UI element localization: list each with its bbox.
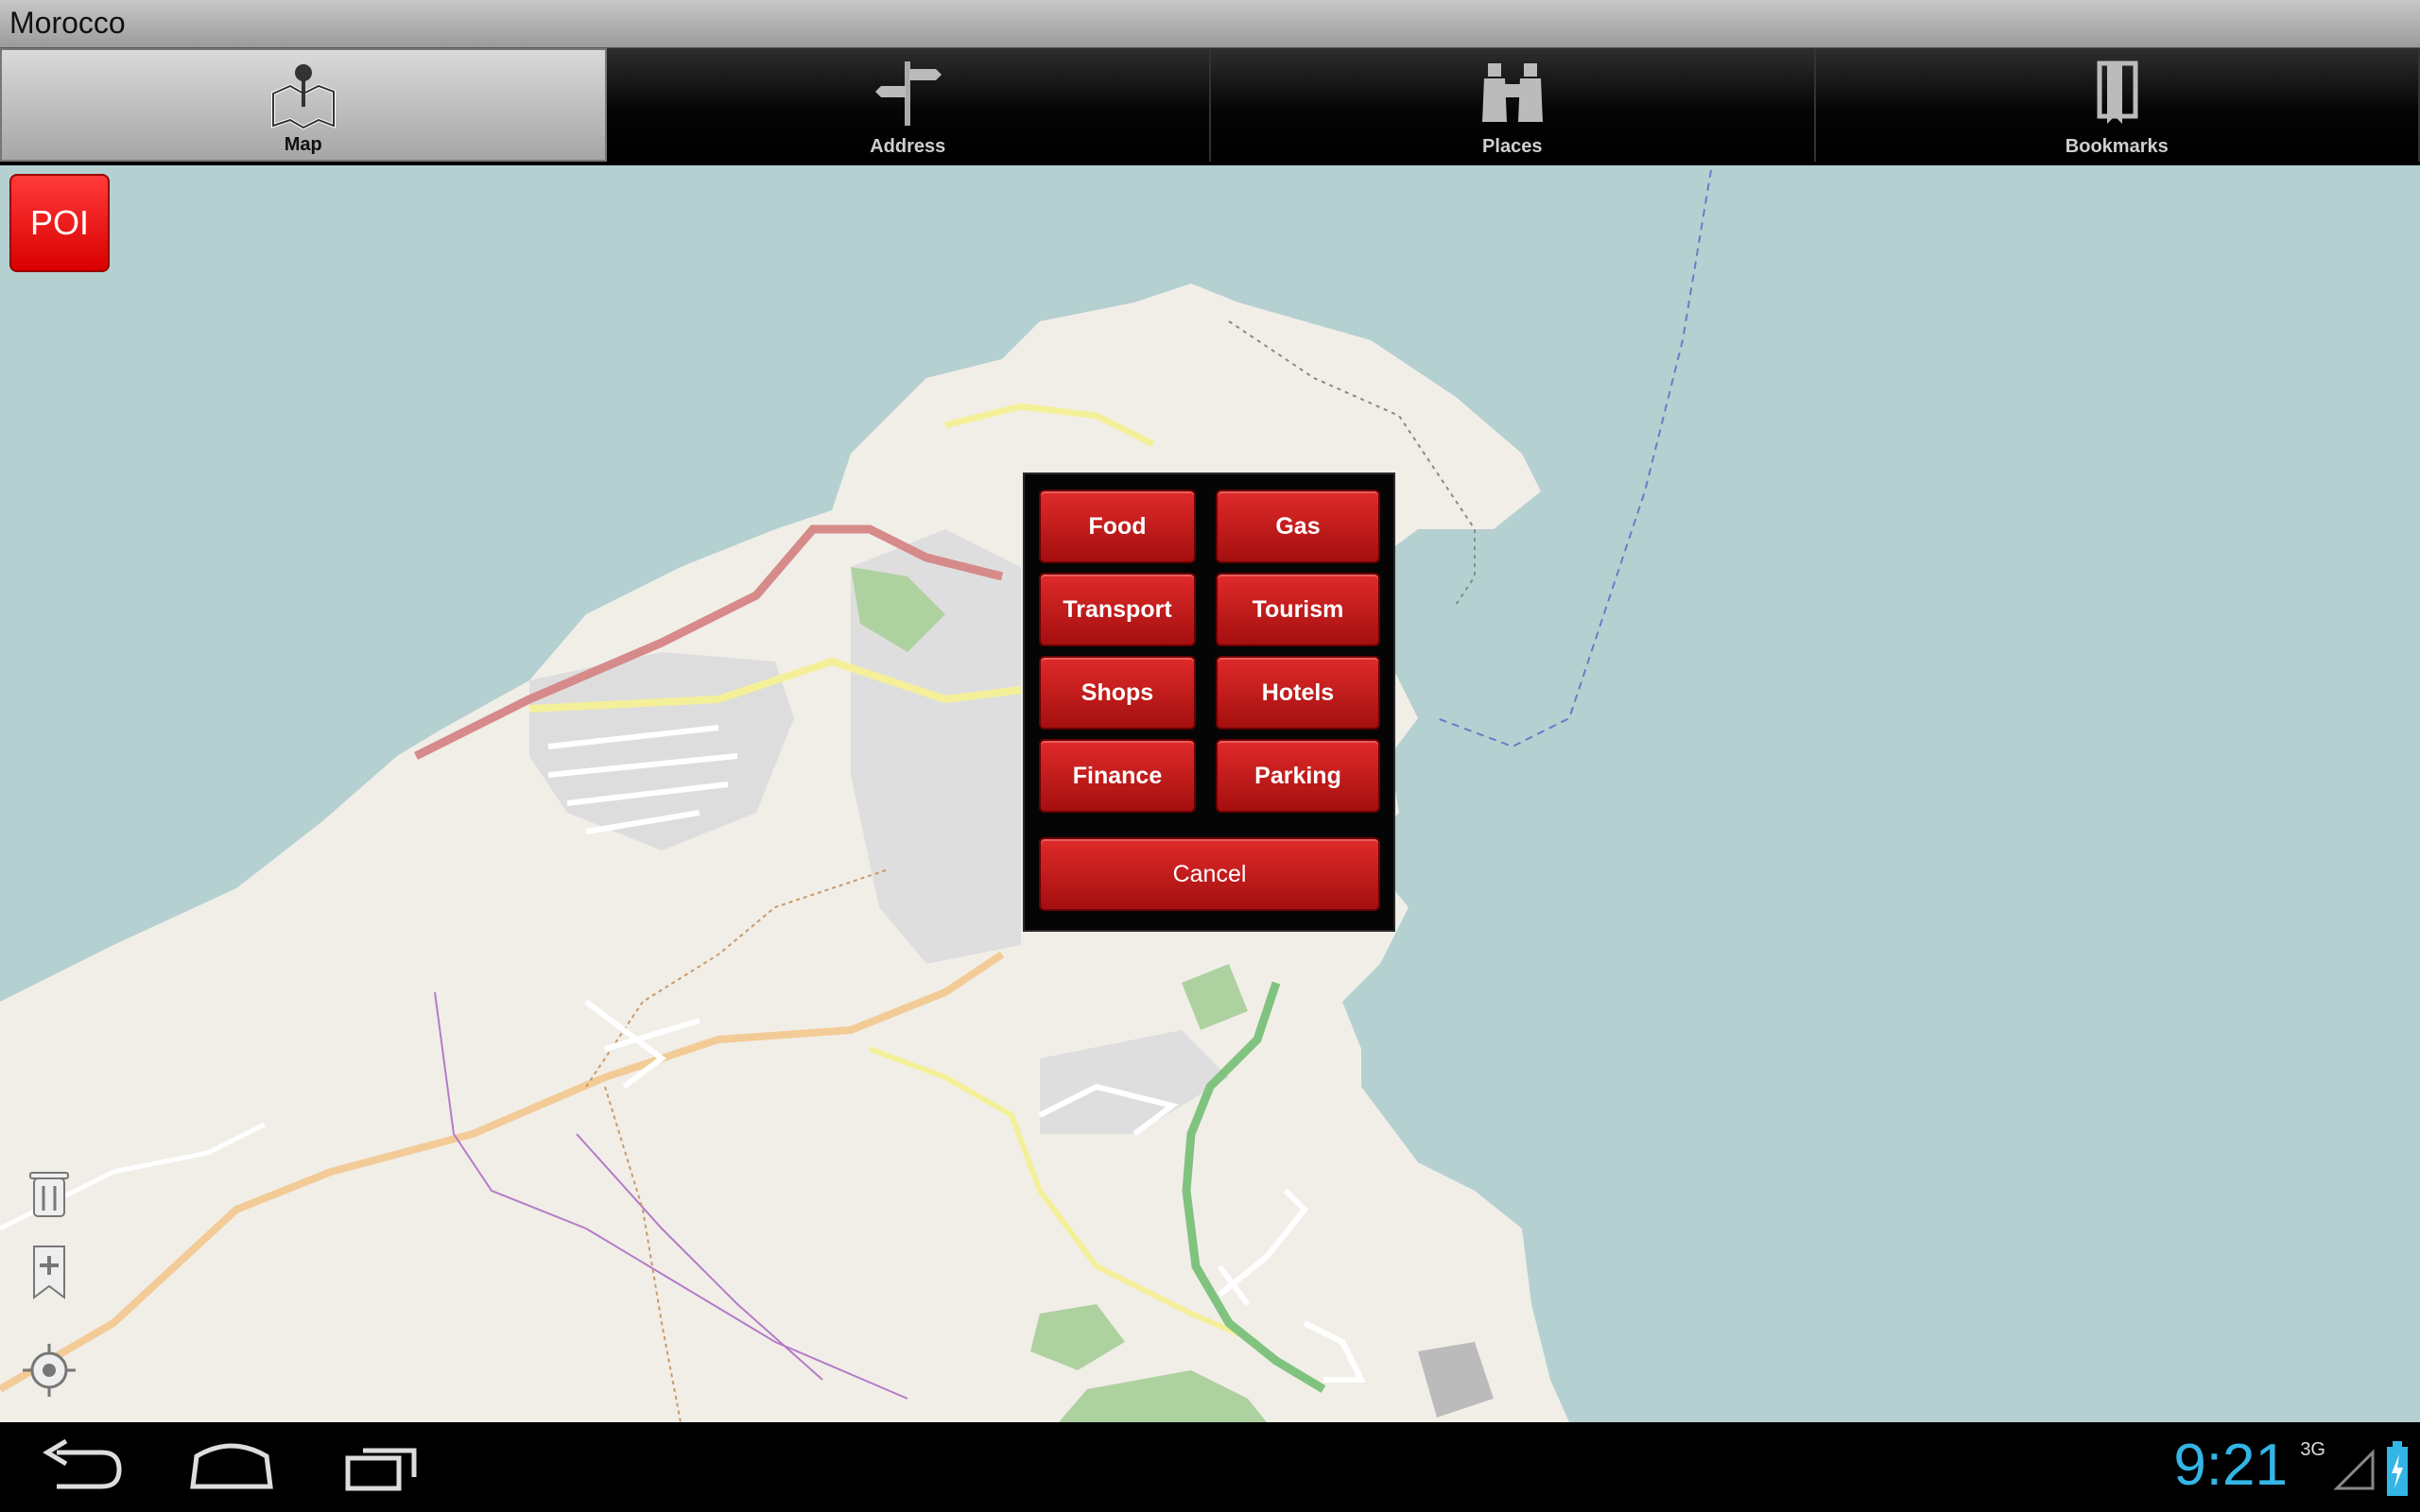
tab-label: Bookmarks bbox=[2065, 136, 2169, 157]
tab-bookmarks[interactable]: Bookmarks bbox=[1815, 48, 2420, 162]
battery-icon bbox=[2387, 1441, 2408, 1496]
tab-label: Map bbox=[284, 134, 322, 155]
finance-button[interactable]: Finance bbox=[1039, 739, 1196, 813]
gas-button[interactable]: Gas bbox=[1216, 490, 1380, 563]
signal-icon bbox=[2333, 1449, 2375, 1490]
poi-category-dialog: Food Gas Transport Tourism Shops Hotels … bbox=[1023, 472, 1395, 932]
tab-address[interactable]: Address bbox=[606, 48, 1211, 162]
food-button[interactable]: Food bbox=[1039, 490, 1196, 563]
system-nav-bar: 9:21 3G bbox=[0, 1422, 2420, 1512]
home-icon[interactable] bbox=[180, 1432, 284, 1498]
tourism-button[interactable]: Tourism bbox=[1216, 573, 1380, 646]
tab-label: Address bbox=[870, 136, 946, 157]
poi-button[interactable]: POI bbox=[9, 174, 110, 272]
bookmark-icon bbox=[2097, 60, 2138, 124]
clock: 9:21 bbox=[2173, 1433, 2288, 1498]
app-title: Morocco bbox=[9, 6, 126, 40]
title-bar: Morocco bbox=[0, 0, 2420, 48]
locate-icon[interactable] bbox=[21, 1342, 78, 1399]
parking-button[interactable]: Parking bbox=[1216, 739, 1380, 813]
transport-button[interactable]: Transport bbox=[1039, 573, 1196, 646]
map-pin-icon bbox=[270, 64, 336, 130]
tab-places[interactable]: Places bbox=[1211, 48, 1816, 162]
binoculars-icon bbox=[1481, 63, 1543, 122]
tab-bar: Map Address Places Bookmarks bbox=[0, 48, 2420, 163]
shops-button[interactable]: Shops bbox=[1039, 656, 1196, 730]
hotels-button[interactable]: Hotels bbox=[1216, 656, 1380, 730]
tab-map[interactable]: Map bbox=[0, 48, 607, 162]
trash-icon[interactable] bbox=[21, 1165, 78, 1222]
back-icon[interactable] bbox=[28, 1432, 132, 1498]
signpost-icon bbox=[875, 61, 942, 126]
add-bookmark-icon[interactable] bbox=[21, 1243, 78, 1299]
network-type: 3G bbox=[2300, 1439, 2325, 1460]
recent-apps-icon[interactable] bbox=[331, 1432, 435, 1498]
cancel-button[interactable]: Cancel bbox=[1039, 837, 1380, 911]
tab-label: Places bbox=[1482, 136, 1543, 157]
